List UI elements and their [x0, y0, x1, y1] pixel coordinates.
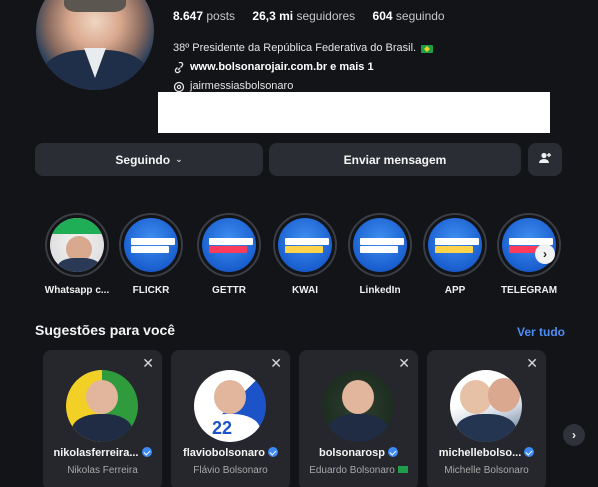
highlight-label: LinkedIn — [359, 285, 401, 296]
highlight-cover — [202, 218, 256, 272]
add-person-icon — [538, 151, 552, 168]
suggestion-card[interactable]: ✕ 22 flaviobolsonaro Flávio Bolsonaro — [171, 350, 290, 487]
close-icon[interactable]: ✕ — [526, 355, 538, 372]
bio-text: 38º Presidente da República Federativa d… — [173, 42, 417, 54]
highlight-ring — [45, 213, 109, 277]
highlights-next-button[interactable]: › — [535, 244, 555, 264]
avatar[interactable] — [322, 370, 394, 442]
avatar-hair — [64, 0, 126, 12]
highlight-gettr[interactable]: GETTR — [193, 213, 265, 296]
send-message-label: Enviar mensagem — [343, 152, 447, 167]
verified-icon — [141, 447, 152, 457]
avatar[interactable] — [66, 370, 138, 442]
verified-icon — [267, 447, 278, 457]
highlight-ring — [423, 213, 487, 277]
suggestion-card[interactable]: ✕ bolsonarosp Eduardo Bolsonaro — [299, 350, 418, 487]
suggestions-next-button[interactable]: › — [563, 424, 585, 446]
suggestion-username[interactable]: bolsonarosp — [299, 447, 418, 459]
redacted-box — [158, 92, 550, 133]
brazil-flag-icon — [421, 44, 434, 53]
suggestion-card[interactable]: ✕ michellebolso... Michelle Bolsonaro — [427, 350, 546, 487]
suggestion-username[interactable]: flaviobolsonaro — [171, 447, 290, 459]
suggestion-username[interactable]: nikolasferreira... — [43, 447, 162, 459]
highlight-label: GETTR — [212, 285, 246, 296]
brazil-flag-icon — [397, 466, 408, 473]
highlight-ring — [348, 213, 412, 277]
avatar[interactable] — [450, 370, 522, 442]
suggestion-username[interactable]: michellebolso... — [427, 447, 546, 459]
stat-following[interactable]: 604 seguindo — [373, 9, 445, 23]
highlight-label: Whatsapp c... — [44, 285, 110, 296]
stat-followers[interactable]: 26,3 mi seguidores — [252, 9, 355, 23]
suggestion-name: Flávio Bolsonaro — [193, 465, 268, 476]
chevron-right-icon: › — [572, 428, 576, 442]
threads-icon — [173, 81, 185, 93]
highlight-whatsapp[interactable]: Whatsapp c... — [41, 213, 113, 296]
story-highlights: Whatsapp c... FLICKR GETTR KWAI LinkedIn… — [41, 213, 561, 303]
chevron-right-icon: › — [543, 247, 547, 261]
highlight-linkedin[interactable]: LinkedIn — [344, 213, 416, 296]
highlight-ring — [497, 213, 561, 277]
close-icon[interactable]: ✕ — [142, 355, 154, 372]
suggest-people-button[interactable] — [528, 143, 562, 176]
highlight-cover — [50, 218, 104, 272]
stat-posts[interactable]: 8.647 posts — [173, 9, 235, 23]
highlight-label: FLICKR — [132, 285, 170, 296]
suggestion-card[interactable]: ✕ nikolasferreira... Nikolas Ferreira — [43, 350, 162, 487]
highlight-cover — [278, 218, 332, 272]
highlight-label: APP — [444, 285, 466, 296]
bio-text-line: 38º Presidente da República Federativa d… — [173, 39, 434, 58]
avatar[interactable]: 22 — [194, 370, 266, 442]
verified-icon — [388, 447, 398, 457]
suggestions-title: Sugestões para você — [35, 322, 176, 338]
profile-avatar[interactable] — [36, 0, 154, 90]
bio-link-line[interactable]: www.bolsonarojair.com.br e mais 1 — [173, 58, 433, 77]
following-button[interactable]: Seguindo ⌄ — [35, 143, 263, 176]
suggestion-name: Nikolas Ferreira — [67, 465, 138, 476]
chevron-down-icon: ⌄ — [175, 154, 183, 164]
close-icon[interactable]: ✕ — [398, 355, 410, 372]
profile-stats: 8.647 posts 26,3 mi seguidores 604 segui… — [173, 9, 459, 23]
highlight-cover — [428, 218, 482, 272]
suggestion-name: Eduardo Bolsonaro — [299, 465, 418, 476]
highlight-label: KWAI — [291, 285, 319, 296]
verified-icon — [524, 447, 535, 457]
highlight-ring — [197, 213, 261, 277]
highlight-cover — [353, 218, 407, 272]
send-message-button[interactable]: Enviar mensagem — [269, 143, 521, 176]
highlight-kwai[interactable]: KWAI — [269, 213, 341, 296]
see-all-link[interactable]: Ver tudo — [517, 325, 565, 339]
highlight-label: TELEGRAM — [500, 285, 558, 296]
highlight-ring — [119, 213, 183, 277]
highlight-app[interactable]: APP — [419, 213, 491, 296]
highlight-ring — [273, 213, 337, 277]
bio-link[interactable]: www.bolsonarojair.com.br e mais 1 — [190, 58, 374, 77]
suggestion-name: Michelle Bolsonaro — [444, 465, 529, 476]
highlight-flickr[interactable]: FLICKR — [115, 213, 187, 296]
link-icon — [173, 61, 185, 74]
highlight-cover — [124, 218, 178, 272]
following-label: Seguindo — [115, 152, 171, 167]
close-icon[interactable]: ✕ — [270, 355, 282, 372]
profile-bio: 38º Presidente da República Federativa d… — [173, 39, 434, 96]
